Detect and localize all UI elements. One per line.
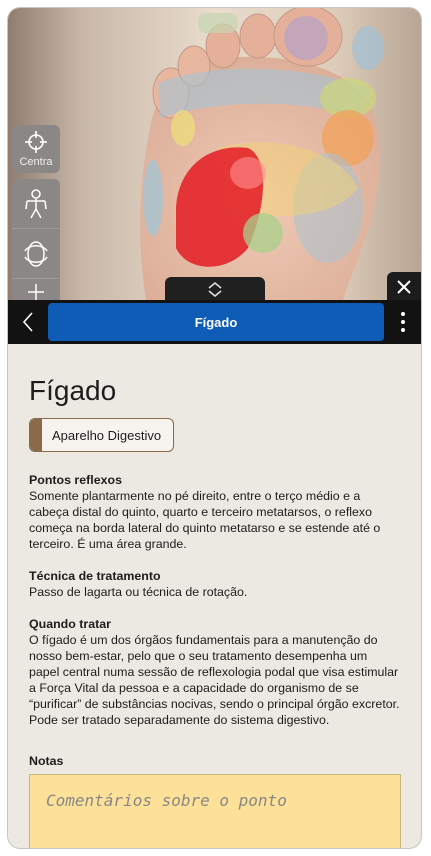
chevron-left-icon xyxy=(22,312,33,332)
notes-label: Notas xyxy=(29,754,64,768)
close-icon xyxy=(397,280,411,294)
move-icon xyxy=(28,283,44,300)
center-view-label: Centra xyxy=(19,156,53,168)
section-title: Pontos reflexos xyxy=(29,473,122,487)
section-text: Passo de lagarta ou técnica de rotação. xyxy=(29,585,248,599)
crosshair-icon xyxy=(25,131,47,153)
foot-reflex-map[interactable] xyxy=(8,8,421,300)
notes-input[interactable]: Comentários sobre o ponto xyxy=(29,774,401,848)
section-reflex-points: Pontos reflexos Somente plantarmente no … xyxy=(29,472,400,552)
section-text: O fígado é um dos órgãos fundamentais pa… xyxy=(29,633,400,727)
back-button[interactable] xyxy=(14,306,42,338)
section-text: Somente plantarmente no pé direito, entr… xyxy=(29,489,381,551)
detail-header: Fígado xyxy=(8,300,421,344)
panel-drag-handle[interactable] xyxy=(165,277,265,300)
center-view-button[interactable]: Centra xyxy=(12,125,60,173)
view-tools-group xyxy=(12,179,60,300)
detail-content[interactable]: Fígado Aparelho Digestivo Pontos reflexo… xyxy=(8,344,421,848)
more-view-tools[interactable] xyxy=(12,279,60,300)
rotate-view-button[interactable] xyxy=(12,229,60,280)
more-vertical-icon xyxy=(401,312,405,316)
header-title[interactable]: Fígado xyxy=(48,303,384,341)
more-menu-button[interactable] xyxy=(392,306,414,338)
foot-3d-viewer[interactable]: Centra xyxy=(8,8,421,300)
rotate-3d-icon xyxy=(24,241,48,267)
body-view-button[interactable] xyxy=(12,179,60,230)
section-when-to-treat: Quando tratar O fígado é um dos órgãos f… xyxy=(29,616,400,728)
more-vertical-dot xyxy=(401,328,405,332)
more-vertical-dot xyxy=(401,320,405,324)
close-button[interactable] xyxy=(387,272,421,300)
section-technique: Técnica de tratamento Passo de lagarta o… xyxy=(29,568,400,600)
category-tag[interactable]: Aparelho Digestivo xyxy=(29,418,175,452)
chevron-up-down-icon xyxy=(208,281,222,297)
app-window: Centra Fígado Fígado Aparelho Digestivo … xyxy=(8,8,421,848)
page-title: Fígado xyxy=(29,375,117,406)
section-title: Técnica de tratamento xyxy=(29,569,161,583)
section-title: Quando tratar xyxy=(29,617,111,631)
human-body-icon xyxy=(25,188,47,218)
